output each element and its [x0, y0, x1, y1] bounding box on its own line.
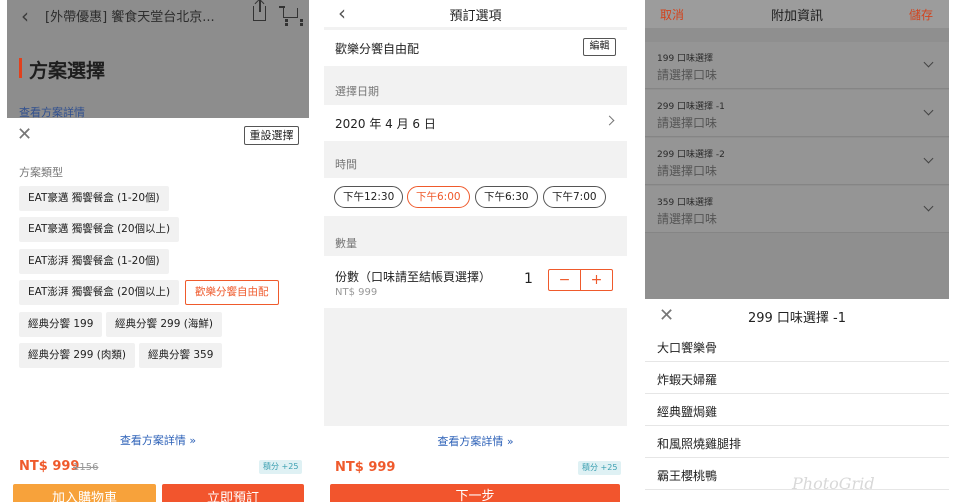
package-row: 歡樂分饗自由配 編輯 [324, 30, 627, 66]
time-chip[interactable]: 下午7:00 [543, 186, 606, 208]
back-arrow-icon[interactable]: ‹ [21, 4, 29, 28]
chevron-down-icon [923, 105, 934, 116]
flavor-select-placeholder: 請選擇口味 [657, 164, 718, 178]
points-badge: 積分 +25 [259, 460, 303, 474]
plan-option[interactable]: 經典分饗 299 (海鮮) [106, 312, 222, 337]
plan-option[interactable]: 經典分饗 199 [19, 312, 103, 337]
quantity-row: 份數（口味請至結帳頁選擇） NT$ 999 1 − + [324, 256, 627, 308]
time-chip[interactable]: 下午12:30 [334, 186, 404, 208]
watermark: PhotoGrid [792, 474, 875, 493]
chevron-down-icon [923, 201, 934, 212]
increment-button[interactable]: + [581, 270, 612, 290]
booking-options-screen: ‹ 預訂選項 歡樂分饗自由配 編輯 選擇日期 2020 年 4 月 6 日 時間… [324, 0, 627, 502]
package-name: 歡樂分饗自由配 [335, 42, 420, 56]
flavor-select-placeholder: 請選擇口味 [657, 212, 718, 226]
time-row: 下午12:30 下午6:00 下午6:30 下午7:00 [324, 178, 627, 216]
share-icon[interactable] [253, 0, 266, 21]
top-nav-bar: ‹ [外帶優惠] 饗食天堂台北京... [7, 0, 309, 30]
points-badge: 積分 +25 [578, 461, 622, 475]
flavor-select-title: 299 口味選擇 -1 [657, 102, 725, 112]
flavor-select[interactable]: 359 口味選擇 請選擇口味 [645, 186, 949, 233]
quantity-stepper: − + [548, 269, 613, 291]
reset-selection-button[interactable]: 重設選擇 [244, 126, 299, 145]
page-title: 附加資訊 [770, 9, 823, 24]
chevron-down-icon [923, 57, 934, 68]
flavor-option[interactable]: 經典鹽焗雞 [645, 394, 949, 426]
plan-option[interactable]: EAT澎湃 獨饗餐盒 (20個以上) [19, 280, 180, 305]
chevron-right-icon [604, 115, 615, 126]
quantity-label: 份數（口味請至結帳頁選擇） [335, 270, 492, 284]
next-step-button[interactable]: 下一步 [330, 484, 620, 502]
plan-option[interactable]: EAT豪邁 獨饗餐盒 (20個以上) [19, 217, 180, 242]
flavor-select-title: 199 口味選擇 [657, 54, 714, 64]
date-row[interactable]: 2020 年 4 月 6 日 [324, 105, 627, 141]
plan-option[interactable]: 經典分饗 299 (肉類) [19, 343, 135, 368]
unit-price: NT$ 999 [335, 287, 378, 298]
header: ‹ 預訂選項 [324, 0, 627, 27]
date-section-label: 選擇日期 [335, 85, 379, 98]
close-icon[interactable]: ✕ [17, 124, 32, 145]
price: NT$ 999 [335, 460, 396, 475]
time-section-label: 時間 [335, 158, 357, 171]
page-heading: 方案選擇 [29, 60, 106, 82]
product-title: [外帶優惠] 饗食天堂台北京... [45, 10, 215, 25]
picker-title: 299 口味選擇 -1 [747, 311, 847, 326]
flavor-option[interactable]: 炸蝦天婦羅 [645, 362, 949, 394]
flavor-select[interactable]: 299 口味選擇 -1 請選擇口味 [645, 90, 949, 137]
flavor-picker-sheet: ✕ 299 口味選擇 -1 大口饗樂骨 炸蝦天婦羅 經典鹽焗雞 和風照燒雞腿排 … [645, 299, 949, 502]
quantity-section-label: 數量 [335, 237, 357, 250]
cart-icon[interactable] [279, 6, 303, 23]
view-plan-details-link[interactable]: 查看方案詳情 » [324, 433, 627, 449]
bottom-bar: 查看方案詳情 » NT$ 999 積分 +25 下一步 [324, 426, 627, 502]
quantity-value: 1 [524, 271, 533, 287]
flavor-option[interactable]: 大口饗樂骨 [645, 330, 949, 362]
original-price: 1156 [73, 462, 99, 473]
flavor-select-placeholder: 請選擇口味 [657, 68, 718, 82]
flavor-select-placeholder: 請選擇口味 [657, 116, 718, 130]
add-to-cart-button[interactable]: 加入購物車 [13, 484, 156, 502]
decrement-button[interactable]: − [549, 270, 581, 290]
heading-accent-bar [19, 58, 22, 78]
book-now-button[interactable]: 立即預訂 [162, 484, 304, 502]
plan-options-sheet: ✕ 重設選擇 方案類型 EAT豪邁 獨饗餐盒 (1-20個) EAT豪邁 獨饗餐… [7, 118, 309, 502]
plan-selection-screen: ‹ [外帶優惠] 饗食天堂台北京... 方案選擇 查看方案詳情 ✕ 重設選擇 方… [7, 0, 309, 502]
additional-info-screen: 取消 附加資訊 儲存 199 口味選擇 請選擇口味 299 口味選擇 -1 請選… [645, 0, 949, 502]
flavor-select-title: 299 口味選擇 -2 [657, 150, 725, 160]
chevron-down-icon [923, 153, 934, 164]
plan-option-selected[interactable]: 歡樂分饗自由配 [185, 280, 279, 305]
flavor-option-label: 霸王櫻桃鴨 [657, 469, 718, 483]
flavor-select[interactable]: 299 口味選擇 -2 請選擇口味 [645, 138, 949, 185]
selected-date: 2020 年 4 月 6 日 [335, 117, 436, 131]
dimmed-background: 取消 附加資訊 儲存 199 口味選擇 請選擇口味 299 口味選擇 -1 請選… [645, 0, 949, 299]
header: 取消 附加資訊 儲存 [645, 0, 949, 28]
edit-button[interactable]: 編輯 [583, 38, 616, 56]
flavor-option[interactable]: 和風照燒雞腿排 [645, 426, 949, 458]
time-chip[interactable]: 下午6:30 [475, 186, 538, 208]
flavor-select[interactable]: 199 口味選擇 請選擇口味 [645, 42, 949, 89]
save-button[interactable]: 儲存 [909, 6, 933, 23]
page-title: 預訂選項 [449, 9, 502, 24]
flavor-option-label: 經典鹽焗雞 [657, 405, 718, 419]
view-plan-details-link[interactable]: 查看方案詳情 » [7, 432, 309, 448]
time-chip-selected[interactable]: 下午6:00 [407, 186, 470, 208]
flavor-option-label: 大口饗樂骨 [657, 341, 718, 355]
plan-option[interactable]: EAT澎湃 獨饗餐盒 (1-20個) [19, 249, 169, 274]
flavor-select-title: 359 口味選擇 [657, 198, 714, 208]
flavor-option-label: 炸蝦天婦羅 [657, 373, 718, 387]
plan-option[interactable]: 經典分饗 359 [139, 343, 223, 368]
price: NT$ 999 [19, 459, 80, 474]
flavor-option-label: 和風照燒雞腿排 [657, 437, 742, 451]
screenshot-collage: ‹ [外帶優惠] 饗食天堂台北京... 方案選擇 查看方案詳情 ✕ 重設選擇 方… [0, 0, 960, 502]
dimmed-background: ‹ [外帶優惠] 饗食天堂台北京... 方案選擇 查看方案詳情 [7, 0, 309, 119]
plan-option[interactable]: EAT豪邁 獨饗餐盒 (1-20個) [19, 186, 169, 211]
plan-type-label: 方案類型 [19, 166, 63, 179]
